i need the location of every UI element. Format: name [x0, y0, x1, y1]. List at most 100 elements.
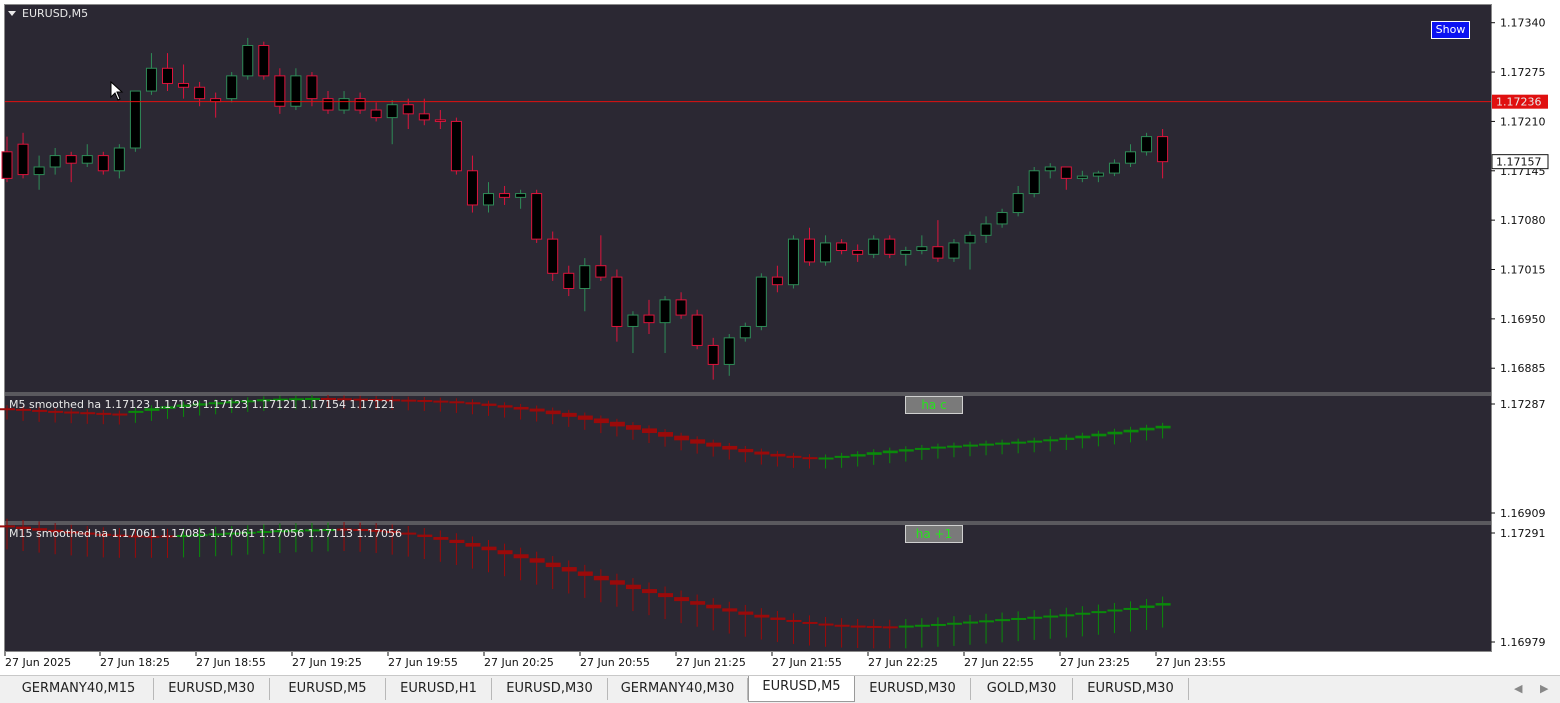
time-tick-label: 27 Jun 21:55 — [772, 656, 842, 669]
ha1-body — [770, 453, 786, 457]
tab-eurusd-h1[interactable]: EURUSD,H1 — [386, 678, 492, 700]
ha1-body — [738, 448, 754, 453]
tab-germany40-m15[interactable]: GERMANY40,M15 — [4, 678, 154, 700]
ha1-body — [433, 400, 449, 403]
candle-body — [81, 155, 93, 164]
ha1-body — [786, 455, 802, 458]
candle-body — [948, 242, 960, 259]
candle-body — [836, 242, 848, 252]
symbol-dropdown-icon[interactable] — [8, 11, 16, 16]
candle-body — [434, 119, 446, 122]
tab-eurusd-m30[interactable]: EURUSD,M30 — [1073, 678, 1189, 700]
ha1-body — [690, 439, 706, 444]
ha1-body — [401, 399, 417, 402]
mouse-cursor-icon — [110, 81, 124, 101]
ha2-body — [1139, 605, 1155, 608]
tab-eurusd-m30[interactable]: EURUSD,M30 — [154, 678, 270, 700]
ha2-body — [545, 562, 561, 568]
time-tick-label: 27 Jun 22:25 — [868, 656, 938, 669]
ha2-body — [770, 617, 786, 620]
ha2-body — [818, 623, 834, 626]
show-button[interactable]: Show — [1431, 21, 1470, 39]
ha1-body — [1139, 427, 1155, 431]
chart-symbol-label: EURUSD,M5 — [22, 7, 89, 20]
ha2-body — [593, 575, 609, 581]
ha1-body — [706, 442, 722, 447]
time-tick-label: 27 Jun 18:25 — [100, 656, 170, 669]
tab-eurusd-m30[interactable]: EURUSD,M30 — [855, 678, 971, 700]
chart-canvas[interactable]: 1.173401.172751.172101.171451.170801.170… — [0, 0, 1560, 675]
ha1-body — [625, 425, 641, 430]
price-tick-label: 1.16885 — [1500, 362, 1546, 375]
ha1-body — [802, 457, 818, 460]
ha1-body — [64, 411, 80, 414]
time-tick-label: 27 Jun 23:25 — [1060, 656, 1130, 669]
candle-body — [563, 272, 575, 289]
candle-body — [354, 98, 366, 111]
candle-body — [129, 90, 141, 149]
ha2-body — [979, 620, 995, 623]
ha1-body — [1043, 439, 1059, 442]
candle-body — [65, 155, 77, 164]
candle-body — [884, 238, 896, 255]
ha1-body — [1059, 437, 1075, 440]
ha1-body — [545, 410, 561, 415]
candle-body — [771, 276, 783, 286]
ha1-body — [609, 421, 625, 427]
candle-body — [723, 337, 735, 365]
candle-body — [996, 212, 1008, 225]
ha1-body — [417, 399, 433, 402]
candle-body — [386, 104, 398, 119]
candle-body — [1141, 136, 1153, 153]
tab-germany40-m30[interactable]: GERMANY40,M30 — [608, 678, 748, 700]
candle-body — [964, 234, 976, 244]
candle-body — [547, 238, 559, 274]
price-tick-label: 1.17210 — [1500, 115, 1546, 128]
tab-scroll-left-icon[interactable]: ◀ — [1514, 682, 1522, 695]
candle-body — [17, 143, 29, 176]
ha1-body — [80, 412, 96, 415]
candle-body — [338, 98, 350, 111]
tab-scroll-right-icon[interactable]: ▶ — [1540, 682, 1548, 695]
ha1-body — [963, 444, 978, 447]
candle-body — [739, 325, 751, 339]
candle-body — [755, 276, 767, 327]
ha2-body — [642, 589, 657, 594]
ha2-body — [786, 619, 802, 622]
candle-body — [643, 314, 655, 324]
candle-body — [804, 238, 815, 263]
ha2-body — [417, 534, 433, 538]
ha1-body — [112, 413, 128, 416]
ha-c-button[interactable]: ha c — [905, 396, 963, 414]
ha2-body — [561, 567, 577, 572]
candle-body — [1044, 166, 1056, 172]
ha1-body — [850, 454, 866, 457]
ha2-body — [722, 608, 738, 612]
candle-body — [450, 120, 462, 172]
ha-plus1-button[interactable]: ha +1 — [905, 525, 963, 543]
tab-eurusd-m30[interactable]: EURUSD,M30 — [492, 678, 608, 700]
ha1-body — [561, 412, 577, 417]
candle-body — [242, 44, 254, 77]
ha1-body — [930, 446, 946, 449]
candle-body — [1060, 166, 1072, 179]
tab-eurusd-m5[interactable]: EURUSD,M5 — [748, 676, 855, 702]
time-tick-label: 27 Jun 19:55 — [388, 656, 458, 669]
ha1-body — [818, 457, 834, 460]
tab-eurusd-m5[interactable]: EURUSD,M5 — [270, 678, 386, 700]
time-tick-label: 27 Jun 2025 — [5, 656, 71, 669]
ha1-body — [449, 401, 465, 404]
tab-gold-m30[interactable]: GOLD,M30 — [971, 678, 1073, 700]
ha1-body — [465, 402, 481, 405]
candle-body — [258, 44, 270, 77]
candle-body — [980, 223, 992, 236]
ha2-tick-label: 1.16979 — [1500, 636, 1546, 649]
candle-body — [852, 250, 864, 255]
ha1-body — [1075, 435, 1091, 439]
candle-body — [499, 193, 511, 198]
price-tick-label: 1.17275 — [1500, 66, 1546, 79]
candle-body — [97, 155, 109, 172]
chart-window: 1.17340 1.17275 1.17210 1.17145 1.17080 1.170… — [0, 0, 1560, 675]
ha1-body — [1155, 425, 1171, 429]
candle-body — [531, 193, 543, 240]
